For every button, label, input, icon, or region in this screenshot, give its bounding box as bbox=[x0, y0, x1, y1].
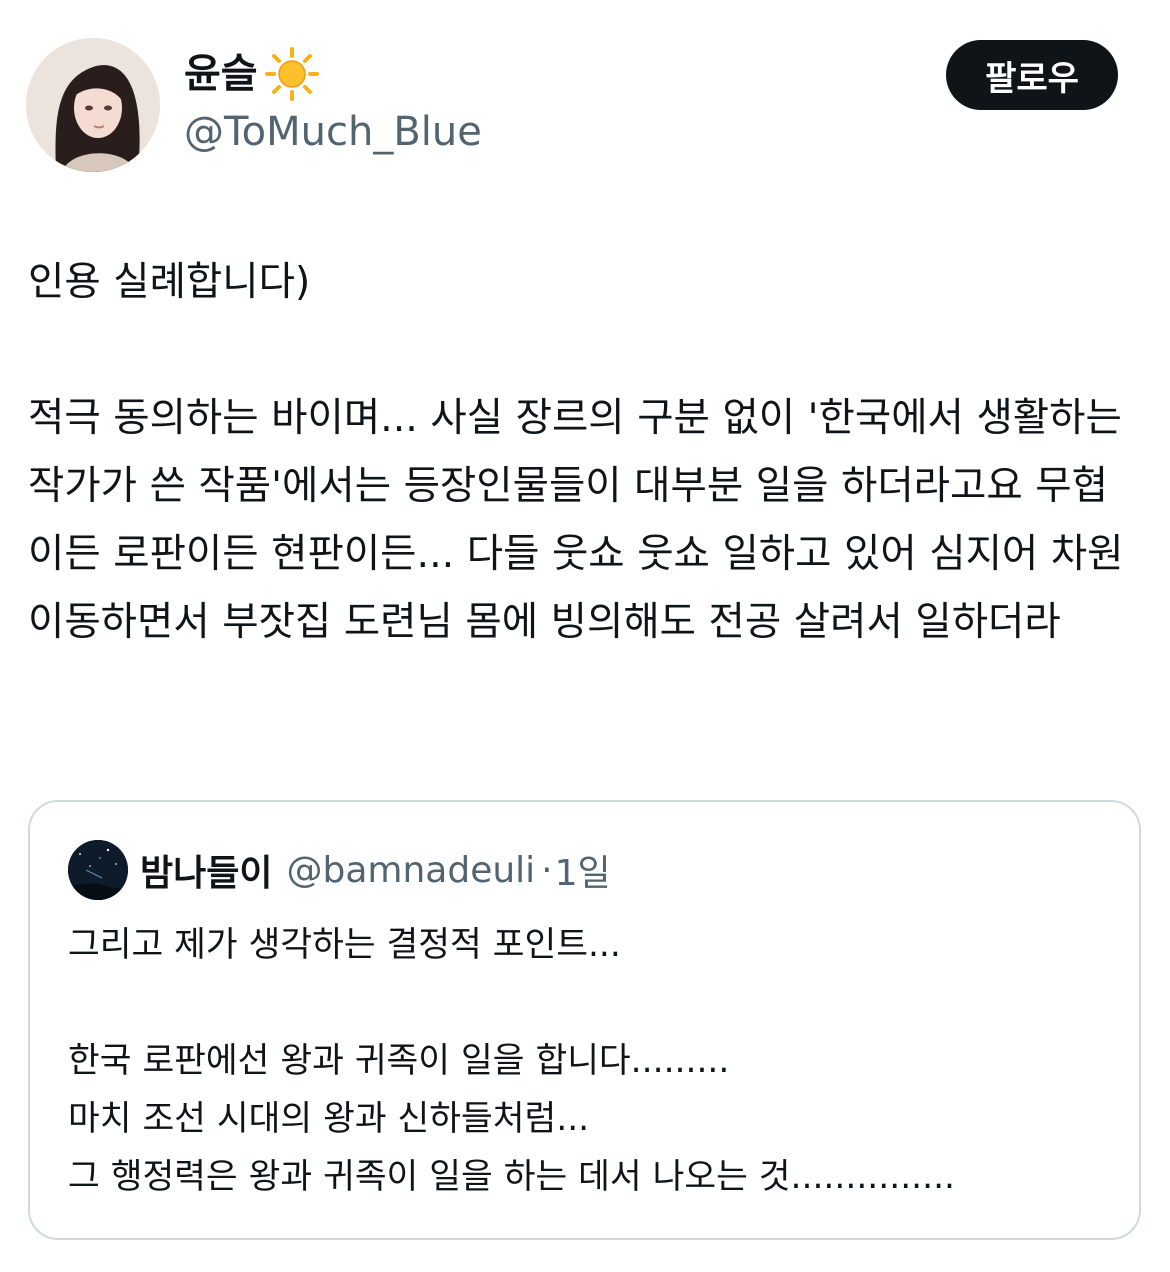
tweet-text: 인용 실례합니다) 적극 동의하는 바이며... 사실 장르의 구분 없이 '한… bbox=[28, 259, 1124, 645]
quoted-timestamp[interactable]: 1일 bbox=[555, 844, 611, 896]
author-handle[interactable]: @ToMuch_Blue bbox=[184, 104, 482, 160]
night-sky-avatar-icon bbox=[68, 840, 128, 900]
quoted-author-name[interactable]: 밤나들이 bbox=[140, 844, 272, 896]
separator-dot: · bbox=[541, 849, 553, 891]
author-name-row: 윤슬 bbox=[184, 46, 320, 102]
avatar[interactable] bbox=[26, 38, 160, 172]
sun-icon bbox=[264, 47, 319, 101]
quoted-tweet-card[interactable]: 밤나들이 @bamnadeuli · 1일 그리고 제가 생각하는 결정적 포인… bbox=[28, 800, 1141, 1240]
author-name[interactable]: 윤슬 bbox=[184, 48, 258, 100]
quoted-avatar[interactable] bbox=[68, 840, 128, 900]
illustrated-portrait-avatar-icon bbox=[26, 38, 160, 172]
follow-button[interactable]: 팔로우 bbox=[946, 40, 1118, 110]
quoted-tweet-text: 그리고 제가 생각하는 결정적 포인트... 한국 로판에선 왕과 귀족이 일을… bbox=[68, 925, 956, 1197]
quoted-author-handle[interactable]: @bamnadeuli bbox=[286, 850, 535, 891]
quoted-header: 밤나들이 @bamnadeuli · 1일 bbox=[140, 840, 611, 900]
